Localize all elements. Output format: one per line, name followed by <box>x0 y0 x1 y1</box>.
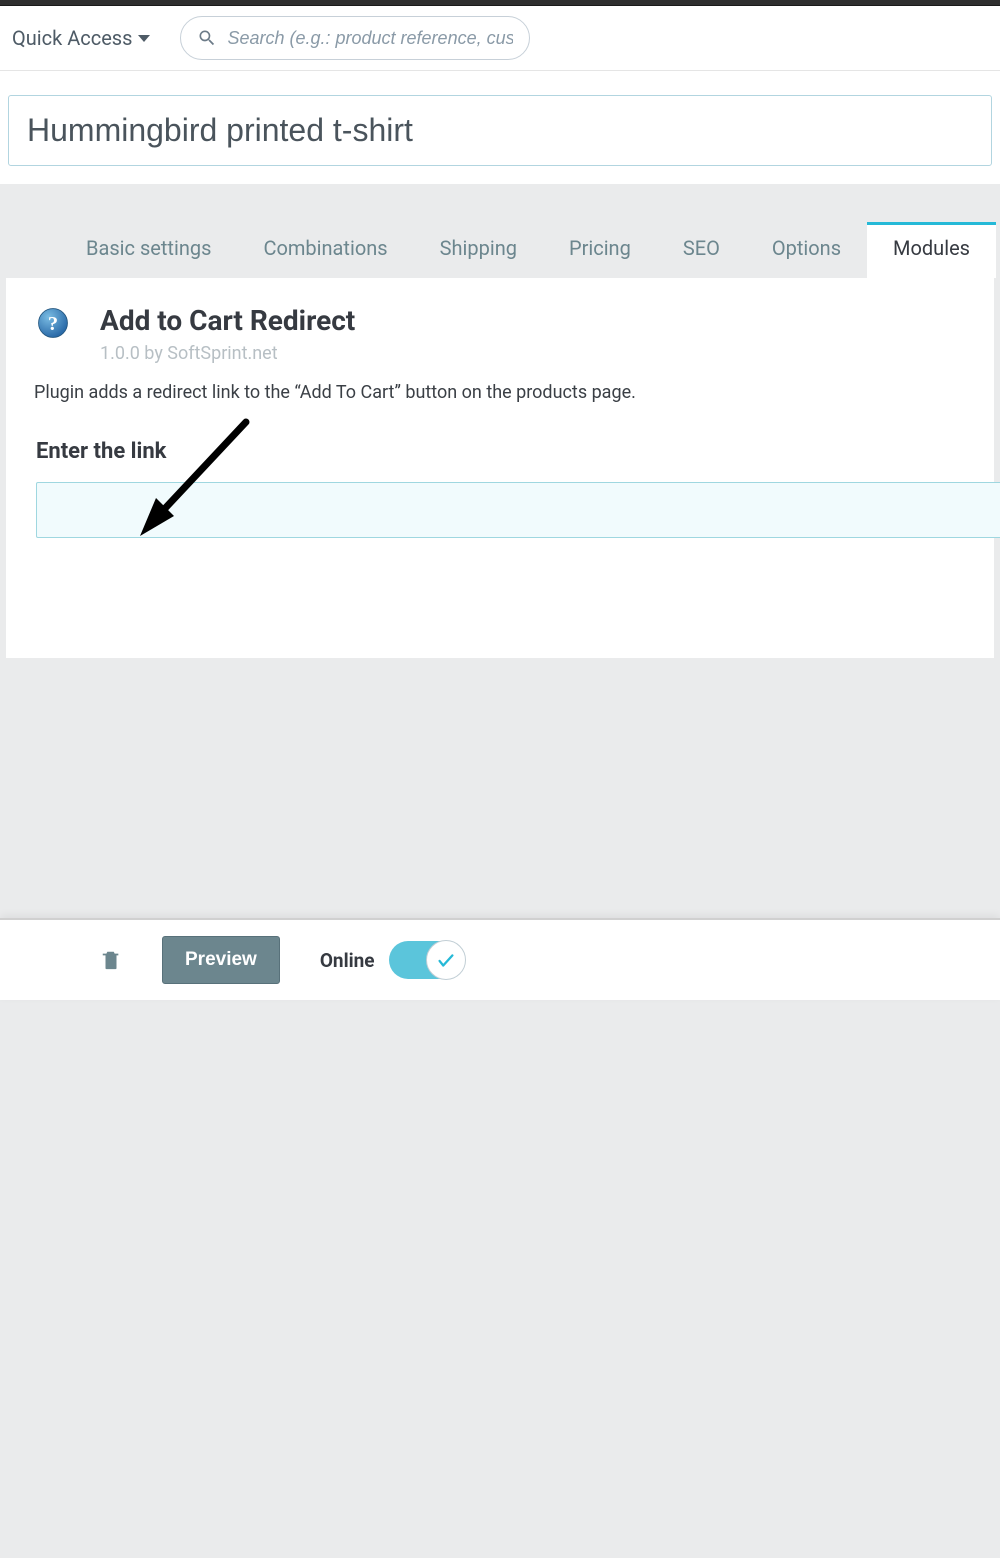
module-description: Plugin adds a redirect link to the “Add … <box>34 382 994 403</box>
search-box[interactable] <box>180 16 530 60</box>
quick-access-menu[interactable]: Quick Access <box>12 26 180 50</box>
online-group: Online <box>320 941 465 979</box>
module-panel: ? Add to Cart Redirect 1.0.0 by SoftSpri… <box>6 278 994 658</box>
module-meta: 1.0.0 by SoftSprint.net <box>100 343 994 364</box>
check-icon <box>435 949 457 971</box>
help-icon[interactable]: ? <box>36 306 70 340</box>
tabs-container: Basic settings Combinations Shipping Pri… <box>0 184 1000 1558</box>
title-section <box>0 71 1000 184</box>
online-label: Online <box>320 949 375 972</box>
search-icon <box>197 28 217 48</box>
below-content <box>0 658 1000 1558</box>
tab-basic-settings[interactable]: Basic settings <box>60 222 237 278</box>
tab-pricing[interactable]: Pricing <box>543 222 657 278</box>
footer: Preview Online <box>0 918 1000 1000</box>
link-field-label: Enter the link <box>36 439 994 464</box>
product-title-input[interactable] <box>8 95 992 166</box>
search-input[interactable] <box>227 28 513 49</box>
online-toggle[interactable] <box>389 941 465 979</box>
toggle-knob <box>426 940 466 980</box>
tab-modules[interactable]: Modules <box>867 222 996 278</box>
trash-icon[interactable] <box>100 948 122 972</box>
preview-button[interactable]: Preview <box>162 936 280 984</box>
form-block: Enter the link <box>28 439 994 538</box>
module-title: Add to Cart Redirect <box>100 304 994 337</box>
tab-seo[interactable]: SEO <box>657 222 746 278</box>
tabs-list: Basic settings Combinations Shipping Pri… <box>60 222 1000 278</box>
tab-shipping[interactable]: Shipping <box>414 222 543 278</box>
tab-combinations[interactable]: Combinations <box>237 222 413 278</box>
redirect-link-input[interactable] <box>36 482 1000 538</box>
quick-access-label: Quick Access <box>12 26 132 50</box>
svg-text:?: ? <box>48 313 58 335</box>
tab-options[interactable]: Options <box>746 222 867 278</box>
caret-down-icon <box>138 35 150 42</box>
top-bar: Quick Access <box>0 6 1000 71</box>
module-header: Add to Cart Redirect 1.0.0 by SoftSprint… <box>100 304 994 364</box>
